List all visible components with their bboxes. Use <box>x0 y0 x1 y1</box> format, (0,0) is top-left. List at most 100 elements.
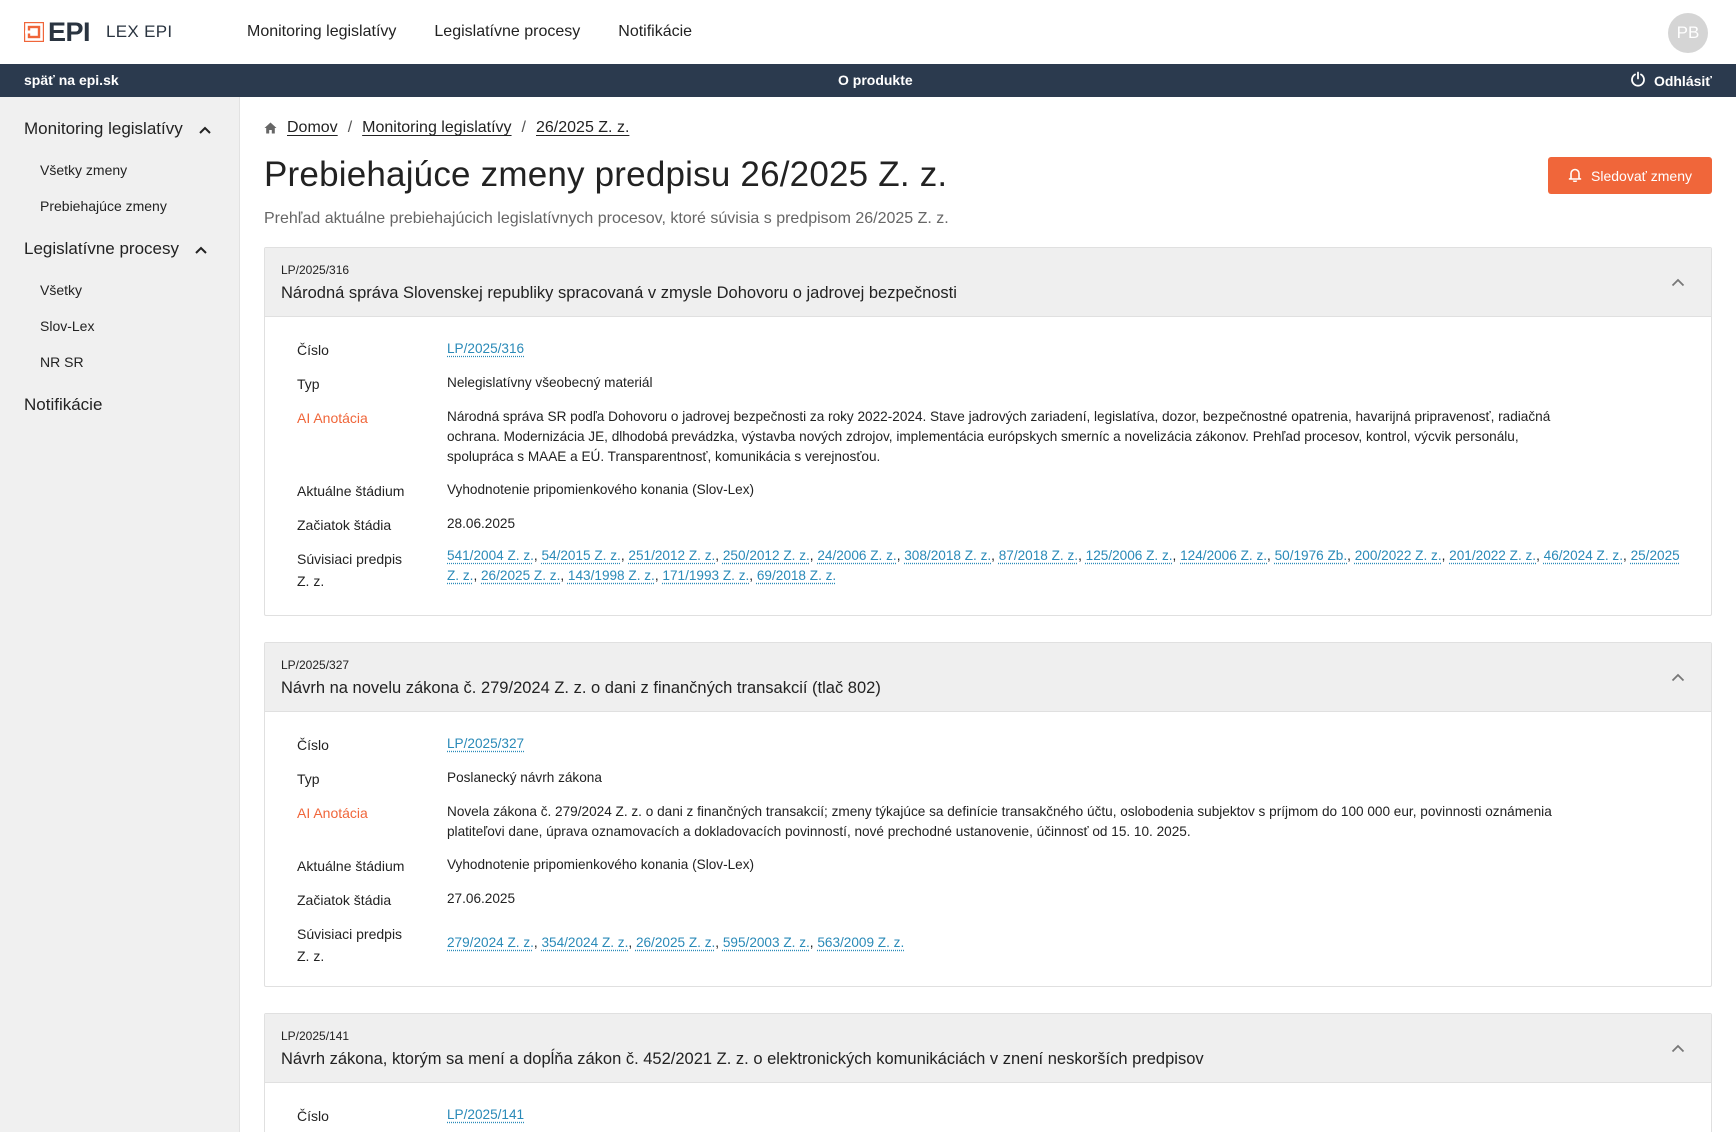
link-separator: , <box>715 548 723 563</box>
link-separator: , <box>1347 548 1355 563</box>
avatar[interactable]: PB <box>1668 13 1708 53</box>
sidebar-section-label: Legislatívne procesy <box>24 239 179 258</box>
link-separator: , <box>560 568 568 583</box>
annotation-line: Novela zákona č. 279/2024 Z. z. o dani z… <box>447 804 1552 819</box>
related-regulation-link[interactable]: 354/2024 Z. z. <box>541 935 628 950</box>
field-label: Začiatok štádia <box>297 892 392 908</box>
breadcrumb: Domov / Monitoring legislatívy / 26/2025… <box>264 119 629 137</box>
breadcrumb-monitoring[interactable]: Monitoring legislatívy <box>362 119 511 137</box>
field-label: Začiatok štádia <box>297 517 392 533</box>
logout-button[interactable]: Odhlásiť <box>1630 71 1712 90</box>
link-separator: , <box>991 548 999 563</box>
card-code: LP/2025/316 <box>281 263 350 277</box>
secondary-bar: späť na epi.sk O produkte Odhlásiť <box>0 64 1736 97</box>
related-regulation-link[interactable]: 26/2025 Z. z. <box>636 935 715 950</box>
link-separator: , <box>628 935 636 950</box>
field-value: Poslanecký návrh zákona <box>447 770 602 785</box>
about-product-link[interactable]: O produkte <box>838 72 913 88</box>
related-regulation-link[interactable]: 26/2025 Z. z. <box>481 568 560 583</box>
chevron-up-icon[interactable] <box>1671 274 1685 292</box>
chevron-up-icon[interactable] <box>1671 669 1685 687</box>
sidebar-item-nr-sr[interactable]: NR SR <box>40 354 84 370</box>
related-regulation-link[interactable]: 87/2018 Z. z. <box>999 548 1078 563</box>
related-regulation-link[interactable]: 595/2003 Z. z. <box>723 935 810 950</box>
related-regulation-link[interactable]: 200/2022 Z. z. <box>1355 548 1442 563</box>
link-separator: , <box>715 935 723 950</box>
related-regulation-link[interactable]: 24/2006 Z. z. <box>817 548 896 563</box>
related-regulation-link[interactable]: 54/2015 Z. z. <box>541 548 620 563</box>
epi-logo-icon <box>24 22 44 42</box>
field-label: Číslo <box>297 1108 329 1124</box>
field-value: Vyhodnotenie pripomienkového konania (Sl… <box>447 482 755 497</box>
field-label-line: Z. z. <box>297 573 325 589</box>
field-value: Vyhodnotenie pripomienkového konania (Sl… <box>447 857 755 872</box>
link-separator: , <box>473 568 481 583</box>
breadcrumb-home[interactable]: Domov <box>287 119 338 137</box>
annotation-text: Národná správa SR podľa Dohovoru o jadro… <box>447 407 1687 467</box>
annotation-line: spolupráca s MAAE a EÚ. Transparentnosť,… <box>447 449 881 464</box>
card-header[interactable]: LP/2025/327 Návrh na novelu zákona č. 27… <box>265 643 1711 712</box>
bell-icon <box>1568 167 1582 185</box>
follow-changes-label: Sledovať zmeny <box>1591 167 1692 184</box>
field-label: AI Anotácia <box>297 410 368 426</box>
field-label: Aktuálne štádium <box>297 483 405 499</box>
field-label: Typ <box>297 771 320 787</box>
page-subtitle: Prehľad aktuálne prebiehajúcich legislat… <box>264 210 949 227</box>
nav-notifications[interactable]: Notifikácie <box>618 23 692 41</box>
related-links: 279/2024 Z. z., 354/2024 Z. z., 26/2025 … <box>447 933 1687 953</box>
top-navigation: Monitoring legislatívy Legislatívne proc… <box>247 0 730 64</box>
sidebar-item-slov-lex[interactable]: Slov-Lex <box>40 318 94 334</box>
sidebar-item-all[interactable]: Všetky <box>40 282 82 298</box>
nav-monitoring[interactable]: Monitoring legislatívy <box>247 23 396 41</box>
field-label-line: Súvisiaci predpis <box>297 926 403 942</box>
logo[interactable]: EPI LEX EPI <box>24 17 172 47</box>
link-separator: , <box>1172 548 1181 563</box>
sidebar-section-monitoring[interactable]: Monitoring legislatívy <box>24 119 211 139</box>
breadcrumb-current[interactable]: 26/2025 Z. z. <box>536 119 629 137</box>
related-regulation-link[interactable]: 308/2018 Z. z. <box>904 548 991 563</box>
link-separator: , <box>1623 548 1631 563</box>
related-regulation-link[interactable]: 50/1976 Zb. <box>1275 548 1348 563</box>
link-separator: , <box>749 568 757 583</box>
field-label: AI Anotácia <box>297 805 368 821</box>
related-regulation-link[interactable]: 250/2012 Z. z. <box>723 548 810 563</box>
field-label: Číslo <box>297 737 329 753</box>
process-number-link[interactable]: LP/2025/327 <box>447 736 524 751</box>
sidebar-section-legislative-processes[interactable]: Legislatívne procesy <box>24 239 207 259</box>
related-regulation-link[interactable]: 69/2018 Z. z. <box>757 568 836 583</box>
process-number-link[interactable]: LP/2025/316 <box>447 341 524 356</box>
sidebar-section-notifications[interactable]: Notifikácie <box>24 395 102 415</box>
link-separator: , <box>1078 548 1086 563</box>
card-header[interactable]: LP/2025/141 Návrh zákona, ktorým sa mení… <box>265 1014 1711 1083</box>
related-regulation-link[interactable]: 201/2022 Z. z. <box>1449 548 1536 563</box>
related-regulation-link[interactable]: 279/2024 Z. z. <box>447 935 534 950</box>
follow-changes-button[interactable]: Sledovať zmeny <box>1548 157 1712 194</box>
nav-legislative-processes[interactable]: Legislatívne procesy <box>434 23 580 41</box>
related-regulation-link[interactable]: 46/2024 Z. z. <box>1544 548 1623 563</box>
sidebar: Monitoring legislatívy Všetky zmeny Preb… <box>0 97 240 1132</box>
back-to-epi-link[interactable]: späť na epi.sk <box>24 72 119 88</box>
related-regulation-link[interactable]: 124/2006 Z. z. <box>1180 548 1267 563</box>
chevron-up-icon[interactable] <box>1671 1040 1685 1058</box>
related-regulation-link[interactable]: 143/1998 Z. z. <box>568 568 655 583</box>
process-number-link[interactable]: LP/2025/141 <box>447 1107 524 1122</box>
card-header[interactable]: LP/2025/316 Národná správa Slovenskej re… <box>265 248 1711 317</box>
logo-text: EPI <box>48 17 91 47</box>
field-value: 28.06.2025 <box>447 516 516 531</box>
related-regulation-link[interactable]: 125/2006 Z. z. <box>1086 548 1173 563</box>
related-regulation-link[interactable]: 251/2012 Z. z. <box>628 548 715 563</box>
related-regulation-link[interactable]: 563/2009 Z. z. <box>817 935 904 950</box>
sidebar-section-label: Monitoring legislatívy <box>24 119 183 138</box>
process-card: LP/2025/316 Národná správa Slovenskej re… <box>264 247 1712 616</box>
annotation-text: Novela zákona č. 279/2024 Z. z. o dani z… <box>447 802 1687 842</box>
sidebar-item-ongoing-changes[interactable]: Prebiehajúce zmeny <box>40 198 167 214</box>
sidebar-item-all-changes[interactable]: Všetky zmeny <box>40 162 127 178</box>
link-separator: , <box>1267 548 1275 563</box>
related-regulation-link[interactable]: 541/2004 Z. z. <box>447 548 534 563</box>
link-separator: , <box>1536 548 1544 563</box>
breadcrumb-separator: / <box>347 119 353 136</box>
card-title: Návrh zákona, ktorým sa mení a dopĺňa zá… <box>281 1050 1204 1068</box>
related-regulation-link[interactable]: 171/1993 Z. z. <box>662 568 749 583</box>
breadcrumb-separator: / <box>521 119 526 136</box>
process-card: LP/2025/327 Návrh na novelu zákona č. 27… <box>264 642 1712 987</box>
